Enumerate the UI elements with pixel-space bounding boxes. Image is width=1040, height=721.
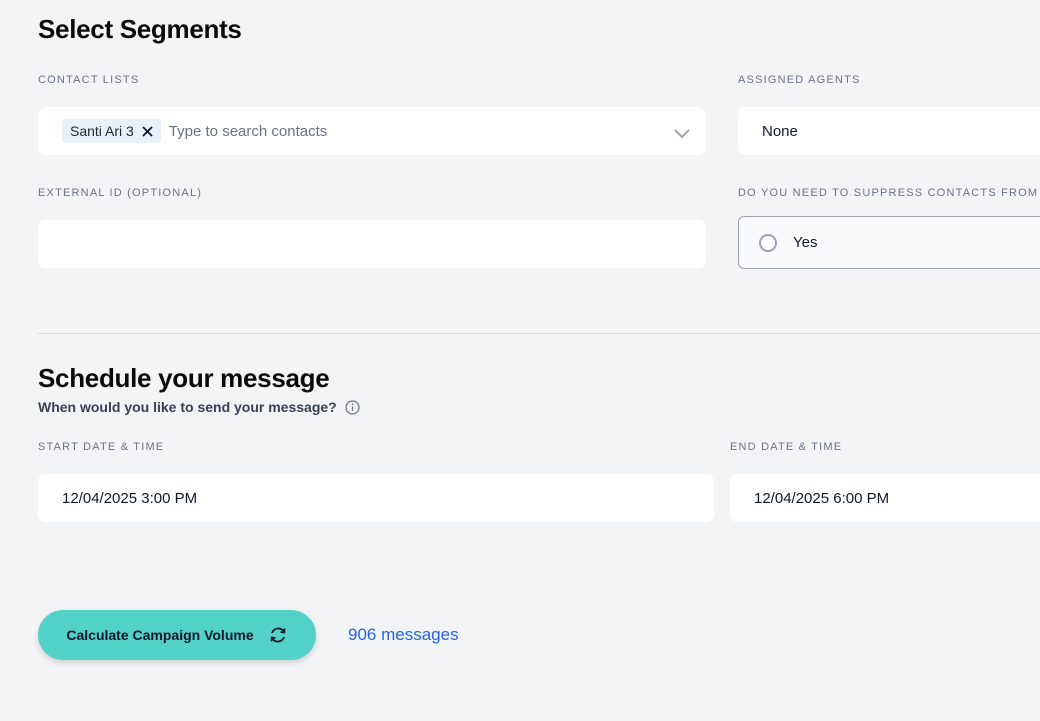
close-icon[interactable] <box>142 125 153 137</box>
contact-lists-label: CONTACT LISTS <box>38 74 140 86</box>
start-datetime-label: START DATE & TIME <box>38 441 165 453</box>
suppress-label: DO YOU NEED TO SUPPRESS CONTACTS FROM A … <box>738 187 1040 199</box>
campaign-volume-result: 906 messages <box>348 625 459 644</box>
schedule-title: Schedule your message <box>38 363 330 393</box>
contact-lists-field[interactable]: Santi Ari 3 Type to search contacts <box>38 107 706 155</box>
suppress-yes-option[interactable]: Yes <box>738 216 1040 269</box>
end-datetime-value: 12/04/2025 6:00 PM <box>754 489 890 507</box>
contact-search-placeholder[interactable]: Type to search contacts <box>169 123 327 140</box>
external-id-input[interactable] <box>38 220 706 268</box>
calculate-volume-button[interactable]: Calculate Campaign Volume <box>38 610 316 660</box>
info-icon[interactable] <box>345 399 360 415</box>
calculate-volume-label: Calculate Campaign Volume <box>66 627 254 643</box>
start-datetime-input[interactable]: 12/04/2025 3:00 PM <box>38 474 714 522</box>
refresh-icon <box>268 626 288 644</box>
radio-icon[interactable] <box>759 233 777 252</box>
assigned-agents-value: None <box>762 122 798 140</box>
contact-chip-label: Santi Ari 3 <box>70 123 134 139</box>
section-divider <box>38 333 1040 334</box>
external-id-label: EXTERNAL ID (OPTIONAL) <box>38 187 203 199</box>
end-datetime-input[interactable]: 12/04/2025 6:00 PM <box>730 474 1040 522</box>
start-datetime-value: 12/04/2025 3:00 PM <box>62 489 198 507</box>
schedule-subtitle: When would you like to send your message… <box>38 399 337 415</box>
contact-chip: Santi Ari 3 <box>62 119 161 143</box>
suppress-yes-label: Yes <box>793 234 818 251</box>
chevron-down-icon[interactable] <box>674 126 690 144</box>
segments-title: Select Segments <box>38 14 242 44</box>
end-datetime-label: END DATE & TIME <box>730 441 843 453</box>
assigned-agents-label: ASSIGNED AGENTS <box>738 74 861 86</box>
assigned-agents-select[interactable]: None <box>738 107 1040 155</box>
